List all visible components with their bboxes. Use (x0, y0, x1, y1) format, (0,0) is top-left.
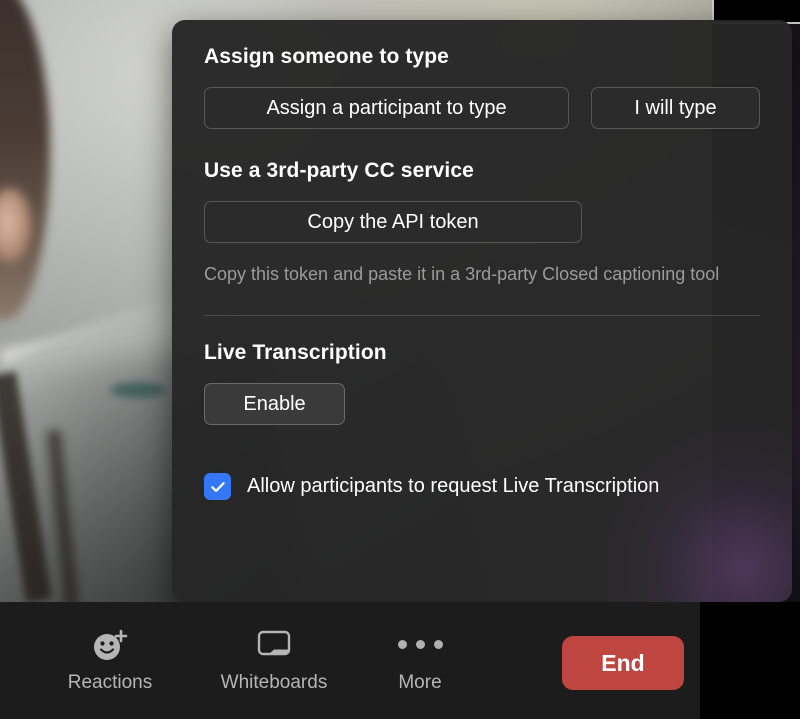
ellipsis-icon (397, 628, 443, 662)
smiley-plus-icon (91, 628, 129, 662)
whiteboard-icon (256, 628, 292, 662)
assign-section: Assign someone to type Assign a particip… (172, 20, 792, 316)
assign-participant-to-type-button[interactable]: Assign a participant to type (204, 87, 570, 129)
allow-participants-row[interactable]: Allow participants to request Live Trans… (204, 473, 760, 500)
toolbar-item-more[interactable]: More (370, 628, 470, 694)
end-meeting-button[interactable]: End (562, 636, 684, 690)
captions-panel-content: Assign someone to type Assign a particip… (172, 20, 792, 500)
enable-live-transcription-button[interactable]: Enable (204, 383, 345, 425)
checkmark-icon (210, 481, 225, 492)
toolbar-label-more: More (398, 671, 442, 693)
assign-buttons-row: Assign a participant to type I will type (204, 87, 760, 129)
toolbar-item-reactions[interactable]: Reactions (46, 628, 174, 694)
background-window-bottom-right (700, 602, 800, 719)
allow-participants-checkbox[interactable] (204, 473, 231, 500)
meeting-window: Assign someone to type Assign a particip… (0, 0, 800, 719)
copy-api-token-button[interactable]: Copy the API token (204, 201, 582, 243)
toolbar-label-whiteboards: Whiteboards (220, 671, 328, 693)
i-will-type-button[interactable]: I will type (591, 87, 760, 129)
live-transcription-heading: Live Transcription (204, 341, 387, 364)
toolbar-item-whiteboards[interactable]: Whiteboards (210, 628, 338, 694)
captions-panel: Assign someone to type Assign a particip… (172, 20, 792, 602)
live-transcription-section: Live Transcription Enable Allow particip… (172, 316, 792, 500)
toolbar-label-reactions: Reactions (67, 671, 153, 693)
allow-participants-label: Allow participants to request Live Trans… (247, 475, 660, 497)
copy-token-hint: Copy this token and paste it in a 3rd-pa… (204, 264, 720, 284)
assign-section-heading: Assign someone to type (204, 45, 449, 68)
cc-service-section-heading: Use a 3rd-party CC service (204, 159, 474, 182)
